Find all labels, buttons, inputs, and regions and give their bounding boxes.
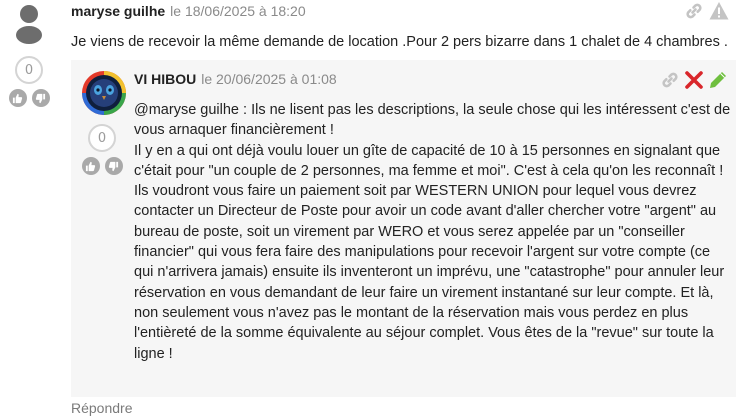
reply-avatar[interactable] xyxy=(81,70,127,116)
thumbs-down-icon xyxy=(35,93,46,103)
thumbs-down-button[interactable] xyxy=(31,89,50,107)
link-button[interactable] xyxy=(660,70,680,90)
close-icon xyxy=(685,71,703,89)
edit-button[interactable] xyxy=(708,70,728,90)
reply-author[interactable]: VI HIBOU xyxy=(134,71,196,87)
reply-voter: 0 xyxy=(81,124,123,175)
comment-author[interactable]: maryse guilhe xyxy=(71,3,165,19)
reply-line: c'était pour "un couple de 2 personnes, … xyxy=(134,162,724,179)
thumbs-down-button[interactable] xyxy=(104,157,123,175)
reply-header: VI HIBOU le 20/06/2025 à 01:08 xyxy=(134,71,337,87)
pencil-icon xyxy=(710,72,726,88)
report-button[interactable] xyxy=(709,1,729,21)
reply-text: @maryse guilhe : Ils ne lisent pas les d… xyxy=(134,100,734,364)
thumbs-up-button[interactable] xyxy=(8,89,27,107)
score-badge: 0 xyxy=(88,124,116,152)
reply-line: vous arnaquer financièrement ! xyxy=(134,122,334,139)
reply-actions xyxy=(660,70,728,90)
reply-line: financier" qui vous fera faire des manip… xyxy=(134,244,711,261)
thumbs-up-icon xyxy=(12,93,23,103)
comment-actions xyxy=(684,1,729,21)
link-button[interactable] xyxy=(684,1,704,21)
reply-line: ligne ! xyxy=(134,345,173,362)
thumbs-up-icon xyxy=(85,161,96,171)
reply-line: @maryse guilhe : Ils ne lisent pas les d… xyxy=(134,102,731,118)
reply-line: contacter un Directeur de Poste pour avo… xyxy=(134,203,717,220)
comment-header: maryse guilhe le 18/06/2025 à 18:20 xyxy=(71,3,306,19)
thumbs-up-button[interactable] xyxy=(81,157,100,175)
reply-line: réservation en vous demandant de leur fa… xyxy=(134,284,714,301)
delete-button[interactable] xyxy=(684,70,704,90)
comment-voter: 0 xyxy=(8,56,50,107)
link-icon xyxy=(662,72,678,88)
warning-icon xyxy=(709,2,729,20)
reply-date: le 20/06/2025 à 01:08 xyxy=(201,71,337,87)
reply-line: bureau de poste, soit un virement par WE… xyxy=(134,223,685,240)
reply-line: Ils voudront vous faire un paiement soit… xyxy=(134,183,697,200)
reply-line: Il y en a qui ont déjà voulu louer un gî… xyxy=(134,142,721,159)
reply-line: non seulement vous n'avez pas le montant… xyxy=(134,304,689,321)
comment-date: le 18/06/2025 à 18:20 xyxy=(170,3,306,19)
comment-text: Je viens de recevoir la même demande de … xyxy=(71,34,728,50)
avatar[interactable] xyxy=(14,4,44,44)
reply-link[interactable]: Répondre xyxy=(71,400,133,416)
link-icon xyxy=(686,3,702,19)
reply-line: l'entièreté de la somme équivalente au s… xyxy=(134,325,714,342)
reply-line: qui n'arrivera jamais) ensuite ils inven… xyxy=(134,264,725,281)
score-badge: 0 xyxy=(15,56,43,84)
thumbs-down-icon xyxy=(108,161,119,171)
